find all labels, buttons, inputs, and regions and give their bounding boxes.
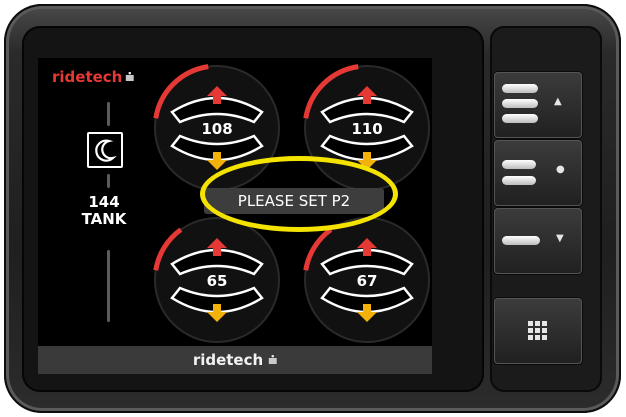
chevron-down-icon: ▼	[556, 233, 564, 244]
pill-icon	[502, 84, 538, 93]
pressure-gauge-rear-left[interactable]: 65	[150, 216, 284, 344]
dot-icon: ●	[556, 164, 565, 175]
brand-mark-icon: ⩧	[268, 351, 278, 369]
tank-bar-mid	[107, 174, 110, 188]
message-highlight-circle	[200, 156, 398, 232]
gauge-pressure-value: 110	[351, 120, 383, 138]
pill-icon	[502, 176, 536, 185]
gauge-pressure-value: 67	[356, 272, 378, 290]
pill-icon	[502, 160, 536, 169]
bottom-brand-bar: ridetech ⩧	[38, 346, 432, 374]
tank-readout: 144 TANK	[74, 194, 134, 228]
chevron-up-icon: ▲	[554, 96, 562, 107]
tank-label: TANK	[81, 210, 127, 228]
tank-bar-bottom	[107, 250, 110, 322]
brand-name: ridetech	[52, 68, 123, 86]
brand-mark-icon: ⩧	[125, 68, 135, 86]
grid-icon	[528, 321, 547, 340]
night-mode-button[interactable]	[87, 132, 123, 168]
pill-icon	[502, 236, 540, 245]
pill-icon	[502, 99, 538, 108]
brand-logo-bottom: ridetech ⩧	[192, 351, 278, 369]
tank-bar-top	[107, 102, 110, 126]
pressure-gauge-rear-right[interactable]: 67	[300, 216, 432, 344]
pill-icon	[502, 114, 538, 123]
up-button[interactable]: ▲	[494, 72, 582, 138]
select-button[interactable]: ●	[494, 140, 582, 206]
gauge-pressure-value: 108	[201, 120, 233, 138]
brand-logo-top: ridetech ⩧	[52, 68, 134, 86]
moon-icon	[95, 139, 117, 162]
gauge-pressure-value: 65	[206, 272, 228, 290]
menu-button[interactable]	[494, 298, 582, 364]
down-button[interactable]: ▼	[494, 208, 582, 274]
tank-pressure-value: 144	[88, 193, 120, 211]
